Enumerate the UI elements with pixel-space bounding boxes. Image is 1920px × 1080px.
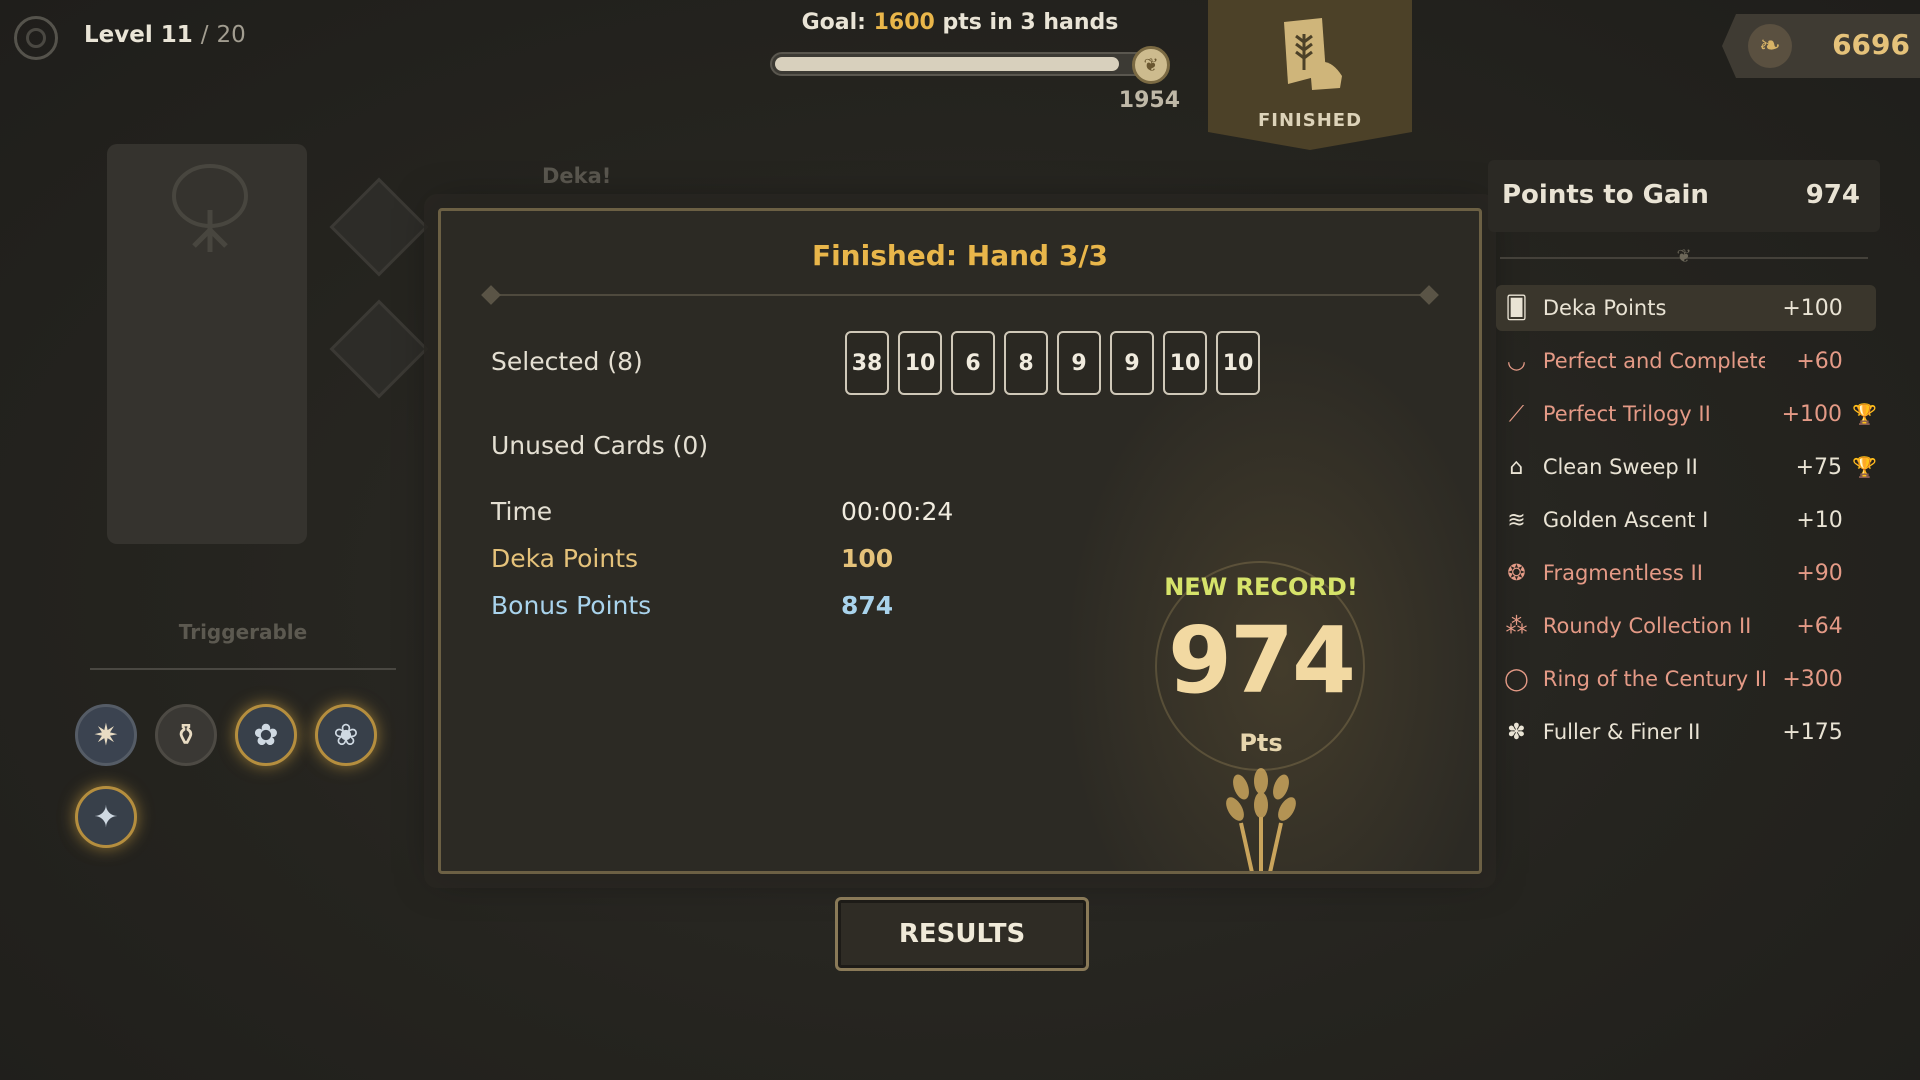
bonus-value: +100 <box>1781 401 1842 427</box>
goal-points: 1600 <box>873 10 935 35</box>
selected-cards: 38 10 6 8 9 9 10 10 <box>845 331 1260 395</box>
selected-card: 10 <box>898 331 942 395</box>
bonus-row[interactable]: ✽ Fuller & Finer II +175 <box>1496 709 1876 755</box>
selected-card: 38 <box>845 331 889 395</box>
cards-icon: 🂠 <box>1505 295 1528 321</box>
bonus-value: +60 <box>1796 348 1843 374</box>
bonus-row[interactable]: ⌂ Clean Sweep II +75 🏆 <box>1496 444 1876 490</box>
triggerable-divider <box>90 668 396 670</box>
unused-cards-label: Unused Cards (0) <box>491 431 709 460</box>
divider-right-ornament <box>1419 285 1439 305</box>
level-max: 20 <box>216 22 246 48</box>
selected-card: 9 <box>1110 331 1154 395</box>
bonus-name: Deka Points <box>1542 296 1667 320</box>
bonus-value: +175 <box>1782 719 1843 745</box>
selected-card: 10 <box>1163 331 1207 395</box>
status-label: FINISHED <box>1257 110 1363 131</box>
water-drop-slot-icon <box>329 299 429 399</box>
goal-prefix: Goal: <box>801 10 866 35</box>
bonus-row[interactable]: ❂ Fragmentless II +90 <box>1496 550 1876 596</box>
herb-charm-icon[interactable]: ✿ <box>235 704 297 766</box>
tree-icon <box>172 164 248 252</box>
progress-score: 1954 <box>1118 88 1180 113</box>
bonus-name: Perfect and Complete ... <box>1542 349 1766 373</box>
bonus-name: Fragmentless II <box>1542 561 1703 585</box>
broom-icon: ⌂ <box>1509 454 1524 480</box>
total-score-unit: Pts <box>1239 729 1283 757</box>
selected-label: Selected (8) <box>491 347 643 376</box>
wheat-icon <box>1226 768 1296 871</box>
wheat-divider-icon: ❦ <box>1676 246 1692 267</box>
bonus-row[interactable]: ≋ Golden Ascent I +10 <box>1496 497 1876 543</box>
hand-results-modal: Finished: Hand 3/3 Selected (8) 38 10 6 … <box>438 208 1482 874</box>
mushroom-slot-icon <box>329 177 429 277</box>
bonus-name: Roundy Collection II <box>1542 614 1752 638</box>
selected-card: 10 <box>1216 331 1260 395</box>
divider-left-ornament <box>481 285 501 305</box>
coin-stack-icon: ≋ <box>1507 507 1526 533</box>
points-to-gain-title: Points to Gain <box>1502 180 1709 210</box>
total-score: 974 <box>1167 607 1356 714</box>
dragonfly-charm-icon[interactable]: ✷ <box>75 704 137 766</box>
bonus-name: Ring of the Century II <box>1542 667 1766 691</box>
selected-card: 8 <box>1004 331 1048 395</box>
bonus-points-value: 874 <box>841 591 894 620</box>
goal-progress-fill <box>775 57 1119 71</box>
shell-icon: ❂ <box>1507 560 1526 586</box>
bonus-value: +300 <box>1782 666 1843 692</box>
trophy-icon: 🏆 <box>1852 455 1877 479</box>
bonus-row[interactable]: ◯ Ring of the Century II +300 <box>1496 656 1876 702</box>
selected-card: 9 <box>1057 331 1101 395</box>
bonus-row[interactable]: ◡ Perfect and Complete ... +60 <box>1496 338 1876 384</box>
new-record-label: NEW RECORD! <box>1164 573 1358 601</box>
bonus-value: +100 <box>1782 295 1843 321</box>
level-indicator: Level 11 / 20 <box>84 22 246 48</box>
bonus-row[interactable]: ⁂ Roundy Collection II +64 <box>1496 603 1876 649</box>
trophy-icon: 🏆 <box>1852 402 1877 426</box>
time-value: 00:00:24 <box>841 497 954 526</box>
bonus-row[interactable]: 🂠 Deka Points +100 <box>1496 285 1876 331</box>
grain-sack-icon <box>1284 18 1342 90</box>
time-label: Time <box>491 497 553 526</box>
shell-charm-icon[interactable]: ❀ <box>315 704 377 766</box>
selected-card: 6 <box>951 331 995 395</box>
bonus-name: Fuller & Finer II <box>1542 720 1701 744</box>
modal-title: Finished: Hand 3/3 <box>811 239 1109 272</box>
bonus-value: +75 <box>1795 454 1842 480</box>
bonus-points-label: Bonus Points <box>491 591 652 620</box>
currency-value: 6696 <box>1832 28 1910 61</box>
bonus-value: +64 <box>1796 613 1843 639</box>
goal-progress-bar <box>770 52 1150 76</box>
triggerable-label: Triggerable <box>178 620 308 644</box>
bonus-row[interactable]: ⟋ Perfect Trilogy II +100 🏆 <box>1496 391 1877 437</box>
necklace-icon: ◡ <box>1506 348 1527 374</box>
flower-icon: ✽ <box>1507 719 1526 745</box>
spark-charm-icon[interactable]: ✦ <box>75 786 137 848</box>
deka-faded-label: Deka! <box>542 164 612 188</box>
fan-icon: ⟋ <box>1508 401 1525 427</box>
bonus-value: +10 <box>1796 507 1843 533</box>
level-label: Level 11 <box>84 22 193 48</box>
bonus-name: Golden Ascent I <box>1542 508 1709 532</box>
beads-icon: ⁂ <box>1505 613 1528 639</box>
ring-icon: ◯ <box>1504 666 1529 692</box>
points-to-gain-total: 974 <box>1805 180 1860 210</box>
bonus-name: Clean Sweep II <box>1542 455 1698 479</box>
level-ring-icon <box>14 16 58 60</box>
goal-text: Goal: 1600 pts in 3 hands <box>770 10 1150 35</box>
deka-points-value: 100 <box>841 544 894 573</box>
level-separator: / <box>200 22 209 48</box>
goal-suffix: pts in 3 hands <box>942 10 1119 35</box>
bonus-name: Perfect Trilogy II <box>1542 402 1711 426</box>
wheat-knob-icon: ❦ <box>1132 46 1170 84</box>
deka-points-label: Deka Points <box>491 544 639 573</box>
vase-charm-icon[interactable]: ⚱ <box>155 704 217 766</box>
wheat-bundle-icon: ❧ <box>1748 24 1792 68</box>
results-button[interactable]: RESULTS <box>835 897 1089 971</box>
bonus-value: +90 <box>1796 560 1843 586</box>
modal-divider <box>491 294 1429 296</box>
